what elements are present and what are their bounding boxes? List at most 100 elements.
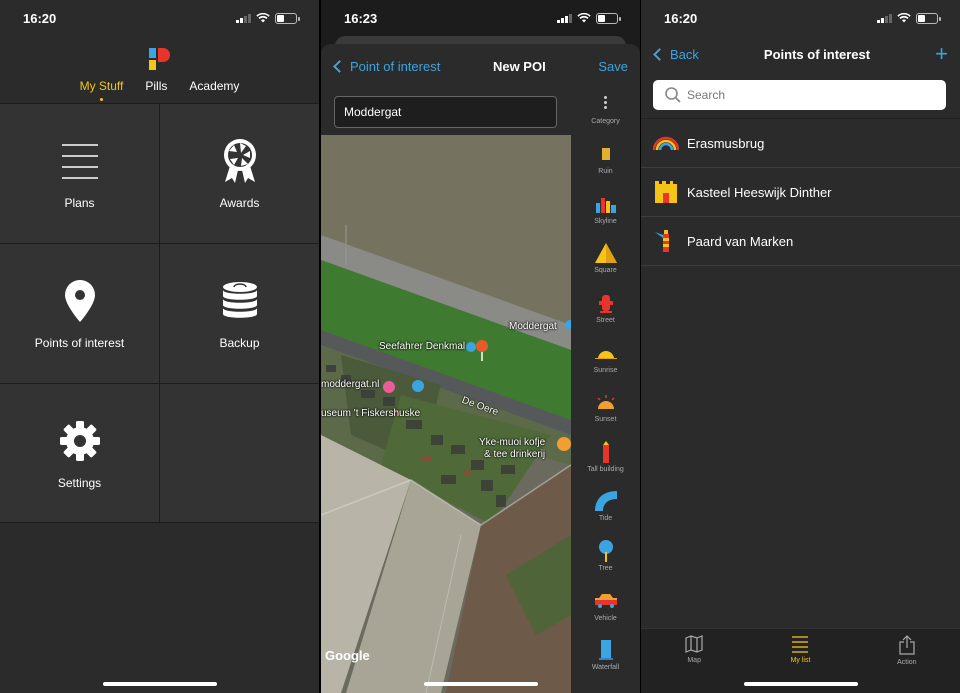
tab-my-stuff[interactable]: My Stuff (69, 79, 135, 101)
rainbow-bridge-icon (653, 131, 679, 155)
tower-icon (595, 440, 617, 463)
tile-plans[interactable]: Plans (0, 104, 159, 243)
points-of-interest-screen: 16:20 Back Points of interest + Search E… (641, 0, 960, 693)
category-header[interactable]: Category (571, 96, 640, 125)
battery-icon (916, 12, 941, 24)
top-tabs: My Stuff Pills Academy (0, 79, 319, 101)
tab-action[interactable]: Action (854, 629, 960, 693)
more-vertical-icon (571, 96, 640, 109)
tile-label: Points of interest (34, 335, 125, 350)
category-sunrise[interactable]: Sunrise (571, 333, 640, 383)
signal-icon (236, 13, 251, 23)
hydrant-icon (595, 293, 617, 314)
empty-area (0, 522, 319, 693)
category-tide[interactable]: Tide (571, 482, 640, 532)
status-bar: 16:20 (641, 0, 960, 36)
back-button[interactable]: Back (651, 47, 699, 62)
category-tree[interactable]: Tree (571, 532, 640, 582)
sunrise-icon (594, 343, 617, 363)
category-header-label: Category (591, 118, 620, 125)
waterfall-icon (595, 640, 617, 661)
category-ruin[interactable]: Ruin (571, 135, 640, 185)
category-label: Ruin (598, 168, 613, 176)
list-item[interactable]: Paard van Marken (641, 217, 960, 266)
square-icon (594, 243, 617, 264)
status-time: 16:23 (344, 10, 378, 26)
tab-label: Action (897, 659, 917, 666)
tile-backup[interactable]: Backup (160, 244, 319, 383)
nav-bar: Point of interest New POI Save (321, 44, 640, 88)
home-indicator[interactable] (102, 682, 217, 686)
castle-icon (653, 180, 679, 204)
map-label: useum 't Fiskershuske (321, 408, 421, 419)
category-tall-building[interactable]: Tall building (571, 433, 640, 483)
signal-icon (877, 13, 892, 23)
category-list: Ruin Skyline Square Street Sunrise Sunse… (571, 135, 640, 681)
google-attribution: Google (325, 648, 370, 663)
status-icons (877, 12, 941, 24)
tile-label: Backup (219, 335, 260, 350)
category-label: Street (596, 317, 615, 325)
category-square[interactable]: Square (571, 234, 640, 284)
poi-name-input[interactable]: Moddergat (334, 96, 557, 128)
map-icon (685, 635, 703, 653)
gear-icon (59, 418, 101, 464)
add-button[interactable]: + (935, 43, 948, 65)
category-waterfall[interactable]: Waterfall (571, 631, 640, 681)
map-label: Moddergat (509, 321, 557, 332)
category-label: Sunrise (593, 366, 618, 374)
list-item-label: Erasmusbrug (687, 135, 765, 151)
tab-map[interactable]: Map (641, 629, 747, 693)
category-label: Tide (598, 515, 613, 523)
tab-academy[interactable]: Academy (178, 79, 250, 93)
share-icon (899, 635, 915, 655)
poi-list: Erasmusbrug Kasteel Heeswijk Dinther Paa… (641, 119, 960, 266)
battery-icon (275, 12, 300, 24)
list-item-label: Kasteel Heeswijk Dinther (687, 184, 832, 200)
tile-settings[interactable]: Settings (0, 384, 159, 523)
map-label: & tee drinkerij (484, 449, 546, 460)
skyline-icon (595, 194, 617, 214)
status-time: 16:20 (664, 10, 698, 26)
search-icon (665, 87, 681, 103)
list-lines-icon (59, 138, 101, 184)
category-sunset[interactable]: Sunset (571, 383, 640, 433)
new-poi-screen: 16:23 Point of interest New POI Save Mod… (321, 0, 640, 693)
back-button[interactable]: Point of interest (331, 59, 440, 74)
category-label: Tall building (587, 465, 624, 473)
app-logo-icon (149, 48, 170, 70)
save-button[interactable]: Save (598, 59, 628, 74)
tab-pills[interactable]: Pills (134, 79, 178, 93)
tile-points-of-interest[interactable]: Points of interest (0, 244, 159, 383)
status-icons (557, 12, 621, 24)
database-sync-icon (219, 278, 261, 324)
tile-label: Awards (219, 195, 260, 210)
map-label: moddergat.nl (321, 379, 380, 390)
tile-label: Settings (57, 475, 102, 490)
category-street[interactable]: Street (571, 284, 640, 334)
category-skyline[interactable]: Skyline (571, 185, 640, 235)
tab-label: Map (687, 657, 701, 664)
satellite-map[interactable]: Moddergat Seefahrer Denkmal moddergat.nl… (321, 135, 571, 693)
map-label: Yke-muoi kofje (479, 437, 546, 448)
page-title: New POI (492, 58, 546, 74)
status-time: 16:20 (23, 10, 57, 26)
list-item[interactable]: Erasmusbrug (641, 119, 960, 168)
tab-label: My list (790, 657, 811, 664)
ruin-icon (595, 144, 617, 164)
wifi-icon (897, 13, 911, 23)
home-indicator[interactable] (743, 682, 858, 686)
status-icons (236, 12, 300, 24)
my-stuff-screen: 16:20 My Stuff Pills Academy Plans Award… (0, 0, 319, 693)
category-picker: Category Ruin Skyline Square Street Sunr… (571, 88, 640, 693)
tile-awards[interactable]: Awards (160, 104, 319, 243)
map-pin-icon (59, 278, 101, 324)
category-vehicle[interactable]: Vehicle (571, 581, 640, 631)
wave-icon (594, 491, 617, 512)
home-indicator[interactable] (423, 682, 538, 686)
search-bar: Search (641, 72, 960, 119)
category-label: Tree (598, 565, 613, 573)
screenshot-collage: 16:20 My Stuff Pills Academy Plans Award… (0, 0, 960, 693)
search-input[interactable]: Search (653, 80, 946, 110)
list-item[interactable]: Kasteel Heeswijk Dinther (641, 168, 960, 217)
